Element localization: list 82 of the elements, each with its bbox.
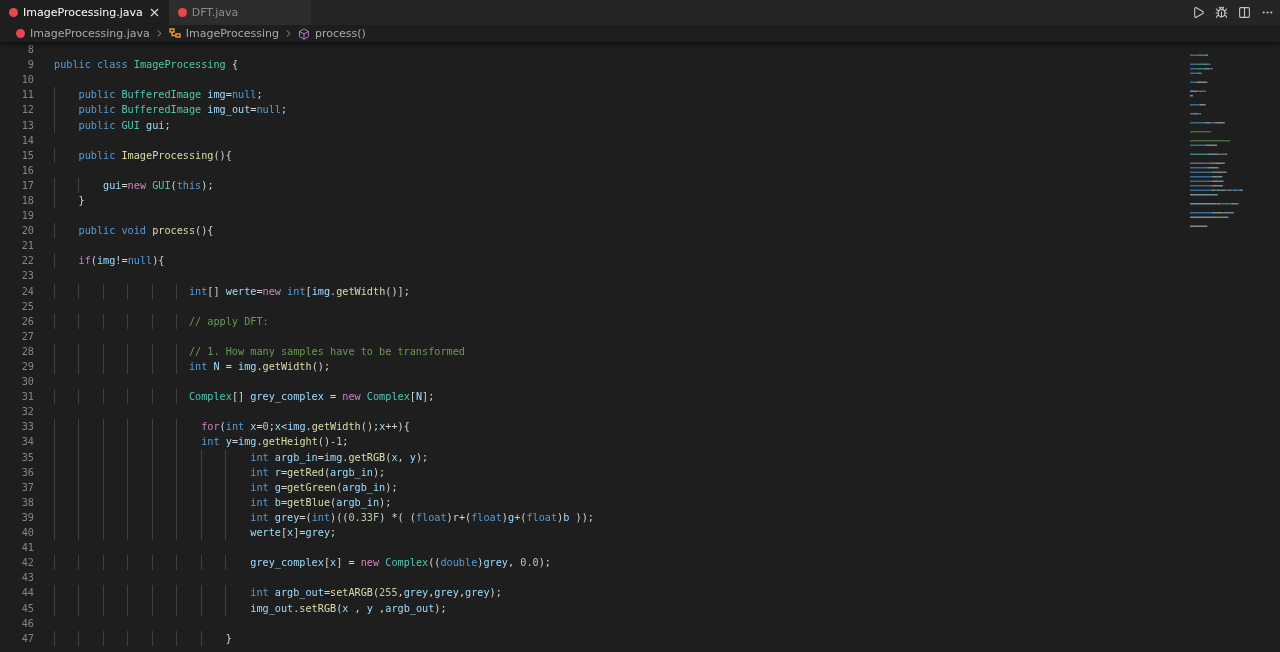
code-line: // apply DFT: xyxy=(187,315,269,327)
code-line: // 1. How many samples have to be transformed xyxy=(187,345,465,357)
line-number: 44 xyxy=(20,587,34,599)
code-line: for(int x=0;x<img.getWidth();x++){ xyxy=(200,421,410,433)
line-number: 46 xyxy=(20,617,34,629)
line-number: 36 xyxy=(20,466,34,478)
split-editor-icon xyxy=(1238,6,1251,19)
method-cube-icon xyxy=(297,27,310,40)
line-number: 29 xyxy=(20,361,34,372)
code-line: int b=getBlue(argb_in); xyxy=(249,496,392,508)
line-number: 43 xyxy=(20,572,34,584)
breadcrumb-item[interactable]: process() xyxy=(297,27,366,40)
line-number: 28 xyxy=(20,345,34,357)
line-number: 41 xyxy=(20,542,34,554)
code-line: public GUI gui; xyxy=(77,119,171,131)
code-line: img_out.setRGB(x , y ,argb_out); xyxy=(249,602,447,614)
code-line: int[] werte=new int[img.getWidth()]; xyxy=(187,285,410,297)
java-file-icon xyxy=(177,8,187,17)
line-number: 20 xyxy=(20,225,34,237)
code-line: public void process(){ xyxy=(77,225,214,237)
editor-tab[interactable]: ImageProcessing.java xyxy=(0,0,169,25)
line-number: 47 xyxy=(20,632,34,644)
line-number: 38 xyxy=(20,496,34,508)
code-line: int g=getGreen(argb_in); xyxy=(249,481,398,493)
bug-icon xyxy=(1215,6,1228,19)
line-number: 34 xyxy=(20,436,34,448)
line-number: 37 xyxy=(20,481,34,493)
code-line: int r=getRed(argb_in); xyxy=(249,466,386,478)
code-line: Complex[] grey_complex = new Complex[N]; xyxy=(187,391,435,403)
line-number: 23 xyxy=(20,270,34,282)
line-number: 40 xyxy=(20,527,34,539)
code-line: public class ImageProcessing { xyxy=(54,59,239,71)
line-number: 35 xyxy=(20,451,34,463)
code-line: int N = img.getWidth(); xyxy=(187,361,331,372)
line-number: 21 xyxy=(20,240,34,252)
java-file-icon xyxy=(9,8,18,17)
line-number: 33 xyxy=(20,421,34,433)
line-number: 39 xyxy=(20,511,34,523)
code-line: gui=new GUI(this); xyxy=(102,179,214,191)
line-number: 12 xyxy=(20,104,34,116)
breadcrumb-item[interactable]: ImageProcessing.java xyxy=(16,27,150,40)
code-line: public BufferedImage img_out=null; xyxy=(77,104,288,116)
line-number: 26 xyxy=(20,315,34,327)
code-line: int argb_in=img.getRGB(x, y); xyxy=(249,451,429,463)
line-number: 9 xyxy=(26,59,34,71)
line-number: 8 xyxy=(26,44,34,56)
editor-tab[interactable]: DFT.java xyxy=(168,0,311,25)
line-number: 17 xyxy=(20,179,34,191)
run-button[interactable] xyxy=(1192,6,1205,19)
code-line: public ImageProcessing(){ xyxy=(77,149,232,161)
line-number: 24 xyxy=(20,285,34,297)
code-line: werte[x]=grey; xyxy=(249,527,337,539)
line-number: 18 xyxy=(20,195,34,206)
line-number: 22 xyxy=(20,255,34,267)
line-number: 19 xyxy=(20,210,34,222)
breadcrumb-item[interactable]: ImageProcessing xyxy=(168,27,279,40)
line-number: 31 xyxy=(20,391,34,403)
line-number: 16 xyxy=(20,164,34,176)
code-line: int grey=(int)((0.33F) *( (float)r+(float)g+(float)b )); xyxy=(249,511,594,523)
code-line: grey_complex[x] = new Complex((double)grey, 0.0); xyxy=(249,557,551,569)
line-number: 45 xyxy=(20,602,34,614)
class-icon xyxy=(168,28,181,39)
split-editor-button[interactable] xyxy=(1238,6,1251,19)
line-number: 11 xyxy=(20,89,34,101)
debug-run-button[interactable] xyxy=(1215,6,1228,19)
line-number: 30 xyxy=(20,376,34,388)
code-line: } xyxy=(224,632,232,644)
line-number: 25 xyxy=(20,300,34,312)
code-line: int argb_out=setARGB(255,grey,grey,grey); xyxy=(249,587,502,599)
code-line: int y=img.getHeight()-1; xyxy=(200,436,349,448)
line-number: 15 xyxy=(20,149,34,161)
code-line: public BufferedImage img=null; xyxy=(77,89,263,101)
java-file-icon xyxy=(16,29,25,38)
line-number: 27 xyxy=(20,330,34,342)
line-number: 13 xyxy=(20,119,34,131)
code-line: } xyxy=(77,195,85,206)
line-number: 14 xyxy=(20,134,34,146)
line-number: 10 xyxy=(20,74,34,86)
code-line: if(img!=null){ xyxy=(77,255,165,267)
line-number: 42 xyxy=(20,557,34,569)
line-number: 32 xyxy=(20,406,34,418)
run-icon xyxy=(1192,6,1205,19)
